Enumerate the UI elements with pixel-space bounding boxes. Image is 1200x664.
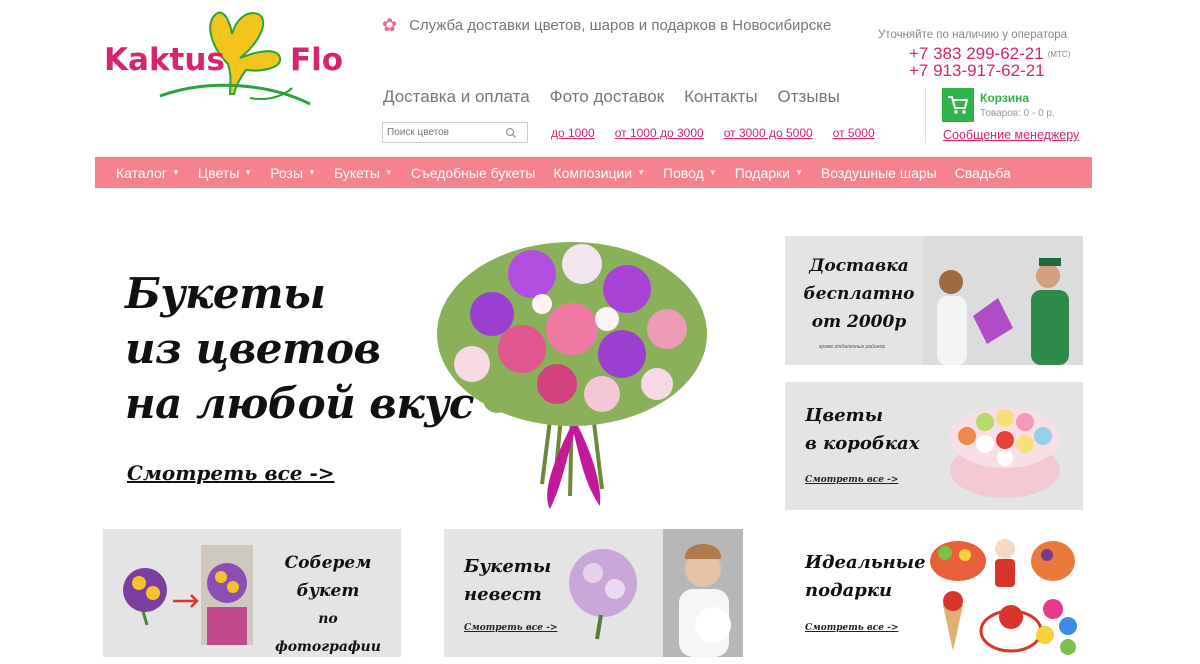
menu-item-label: Съедобные букеты — [410, 164, 536, 181]
banner-perfect-gifts[interactable]: Идеальные подарки Смотреть все -> — [785, 529, 1083, 664]
header-divider — [925, 88, 926, 143]
banner-photo-text: Соберем букет по фотографии — [263, 549, 393, 657]
banner-photo-line-1: Соберем — [284, 553, 372, 573]
cart-button[interactable] — [942, 88, 974, 122]
banner-delivery-line-3: от 2000р — [811, 312, 907, 332]
top-navigation: Доставка и оплата Фото доставок Контакты… — [383, 87, 840, 107]
nav-contacts[interactable]: Контакты — [684, 87, 757, 107]
search-box — [382, 122, 528, 143]
menu-item-roses[interactable]: Розы ▼ — [270, 165, 316, 181]
operator-note: Уточняйте по наличию у оператора — [878, 29, 1068, 41]
menu-item-label: Букеты — [333, 164, 380, 181]
price-filter-3000-5000[interactable]: от 3000 до 5000 — [724, 126, 813, 140]
banner-gifts-line-2: подарки — [805, 580, 893, 601]
banner-photo-line-3: по фотографии — [275, 611, 381, 655]
banner-flowers-in-boxes[interactable]: Цветы в коробках Смотреть все -> — [785, 382, 1083, 510]
menu-item-occasion[interactable]: Повод ▼ — [663, 165, 717, 181]
hero-bouquet-image[interactable] — [432, 234, 717, 514]
chevron-down-icon: ▼ — [637, 168, 646, 177]
hero-title-line-3: на любой вкус — [125, 379, 474, 428]
cart-title[interactable]: Корзина — [980, 91, 1029, 105]
phone-1-note: (МТС) — [1047, 50, 1071, 60]
chevron-down-icon: ▼ — [384, 168, 393, 177]
price-filter-under-1000[interactable]: до 1000 — [551, 126, 595, 140]
menu-item-flowers[interactable]: Цветы ▼ — [198, 165, 252, 181]
chevron-down-icon: ▼ — [171, 168, 180, 177]
courier-delivery-image — [923, 236, 1083, 365]
banner-photo-line-2: букет — [296, 581, 360, 601]
chevron-down-icon: ▼ — [308, 168, 316, 177]
hero-title-line-2: из цветов — [125, 324, 381, 373]
banner-boxes-text: Цветы в коробках — [805, 402, 919, 458]
banner-gifts-see-all[interactable]: Смотреть все -> — [805, 623, 898, 633]
menu-item-balloons[interactable]: Воздушные шары — [821, 165, 937, 181]
price-filter-1000-3000[interactable]: от 1000 до 3000 — [615, 126, 704, 140]
banner-bouquet-by-photo[interactable]: Соберем букет по фотографии — [103, 529, 401, 657]
banner-bridal-bouquets[interactable]: Букеты невест Смотреть все -> — [444, 529, 743, 657]
menu-item-compositions[interactable]: Композиции ▼ — [553, 165, 645, 181]
banner-delivery-note: кроме отдаленных районов — [819, 344, 885, 350]
banner-gifts-line-1: Идеальные — [805, 552, 926, 573]
menu-item-wedding[interactable]: Свадьба — [955, 165, 1011, 181]
flower-box-image — [950, 408, 1060, 498]
nav-reviews[interactable]: Отзывы — [778, 87, 840, 107]
banner-boxes-line-1: Цветы — [805, 405, 884, 426]
menu-item-label: Цветы — [197, 164, 240, 181]
menu-item-bouquets[interactable]: Букеты ▼ — [334, 165, 393, 181]
hero-title: Букеты из цветов на любой вкус — [125, 266, 474, 431]
menu-item-label: Каталог — [116, 164, 167, 181]
menu-item-label: Свадьба — [954, 164, 1011, 181]
bouquet-photo-image — [123, 545, 253, 645]
menu-item-label: Подарки — [734, 164, 790, 181]
nav-delivery-payment[interactable]: Доставка и оплата — [383, 87, 530, 107]
site-logo[interactable]: Kaktus Flo — [100, 8, 355, 108]
message-manager-link[interactable]: Сообщение менеджеру — [943, 128, 1079, 142]
price-filter-over-5000[interactable]: от 5000 — [833, 126, 875, 140]
search-input[interactable] — [383, 123, 503, 142]
banner-delivery-line-2: бесплатно — [803, 284, 915, 304]
main-menu: Каталог ▼ Цветы ▼ Розы ▼ Букеты ▼ Съедобные … — [95, 157, 1092, 188]
gifts-image — [930, 539, 1077, 655]
menu-item-label: Композиции — [553, 164, 633, 181]
hero-title-line-1: Букеты — [125, 269, 326, 318]
tagline-text: Служба доставки цветов, шаров и подарков… — [409, 17, 832, 34]
banner-delivery-line-1: Доставка — [809, 256, 909, 276]
chevron-down-icon: ▼ — [244, 168, 253, 177]
menu-item-label: Розы — [270, 164, 304, 181]
nav-delivery-photos[interactable]: Фото доставок — [550, 87, 664, 107]
flower-icon: ✿ — [382, 15, 398, 35]
menu-item-edible-bouquets[interactable]: Съедобные букеты — [411, 165, 536, 181]
menu-item-catalog[interactable]: Каталог ▼ — [116, 165, 180, 181]
banner-delivery-text: Доставка бесплатно от 2000р — [799, 252, 919, 336]
search-icon[interactable] — [503, 125, 519, 141]
header-tagline: ✿ Служба доставки цветов, шаров и подарк… — [382, 15, 831, 36]
menu-item-label: Повод — [663, 164, 704, 181]
banner-gifts-text: Идеальные подарки — [805, 549, 926, 605]
bride-image — [569, 529, 743, 657]
banner-boxes-line-2: в коробках — [805, 433, 920, 454]
cart-summary: Товаров: 0 - 0 р. — [980, 108, 1055, 119]
logo-text-flo: Flo — [290, 42, 344, 78]
cart-icon — [948, 96, 969, 114]
phone-2[interactable]: +7 913-917-62-21 — [909, 61, 1045, 81]
banner-bride-line-1: Букеты — [464, 556, 552, 577]
hero-see-all-link[interactable]: Смотреть все -> — [127, 461, 335, 485]
banner-free-delivery[interactable]: Доставка бесплатно от 2000р кроме отдале… — [785, 236, 1083, 365]
logo-text-kaktus: Kaktus — [104, 42, 225, 78]
chevron-down-icon: ▼ — [794, 168, 803, 177]
banner-bride-see-all[interactable]: Смотреть все -> — [464, 623, 557, 633]
banner-bride-text: Букеты невест — [464, 553, 551, 609]
banner-bride-line-2: невест — [464, 584, 542, 605]
banner-boxes-see-all[interactable]: Смотреть все -> — [805, 475, 898, 485]
price-filters: до 1000 от 1000 до 3000 от 3000 до 5000 … — [551, 126, 875, 140]
menu-item-gifts[interactable]: Подарки ▼ — [735, 165, 803, 181]
chevron-down-icon: ▼ — [708, 168, 717, 177]
menu-item-label: Воздушные шары — [820, 164, 937, 181]
